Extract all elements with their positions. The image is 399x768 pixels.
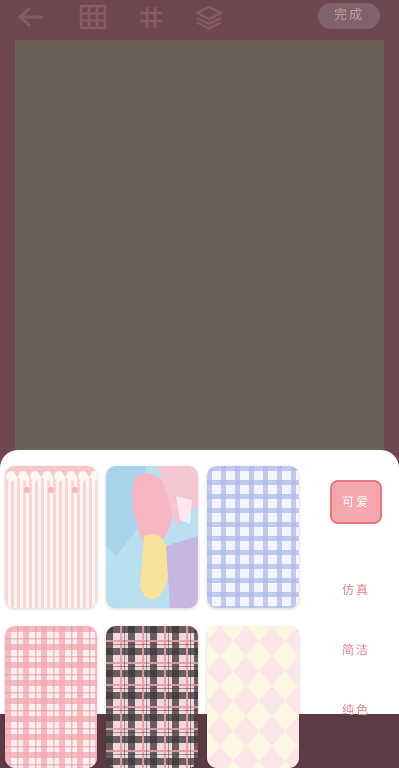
hash-grid-icon[interactable]: [136, 4, 166, 30]
black-pink-plaid-pattern[interactable]: [106, 626, 198, 768]
grid-icon[interactable]: [78, 4, 108, 30]
pink-stripes-pattern[interactable]: [5, 466, 97, 608]
back-arrow-icon[interactable]: [16, 4, 46, 30]
yellow-harlequin-pattern[interactable]: [207, 626, 299, 768]
background-picker-sheet: 可爱 仿真 简洁 纯色: [0, 450, 399, 768]
category-cute[interactable]: 可爱: [330, 480, 382, 524]
pink-plaid-pattern[interactable]: [5, 626, 97, 768]
category-solid-color[interactable]: 纯色: [330, 688, 382, 732]
done-button[interactable]: 完成: [318, 3, 380, 29]
edit-canvas[interactable]: [15, 40, 384, 466]
top-toolbar: 完成: [0, 0, 399, 36]
category-simple[interactable]: 简洁: [330, 628, 382, 672]
blue-gingham-pattern[interactable]: [207, 466, 299, 608]
category-realistic[interactable]: 仿真: [330, 568, 382, 612]
pastel-paint-pattern[interactable]: [106, 466, 198, 608]
layers-icon[interactable]: [194, 4, 224, 30]
